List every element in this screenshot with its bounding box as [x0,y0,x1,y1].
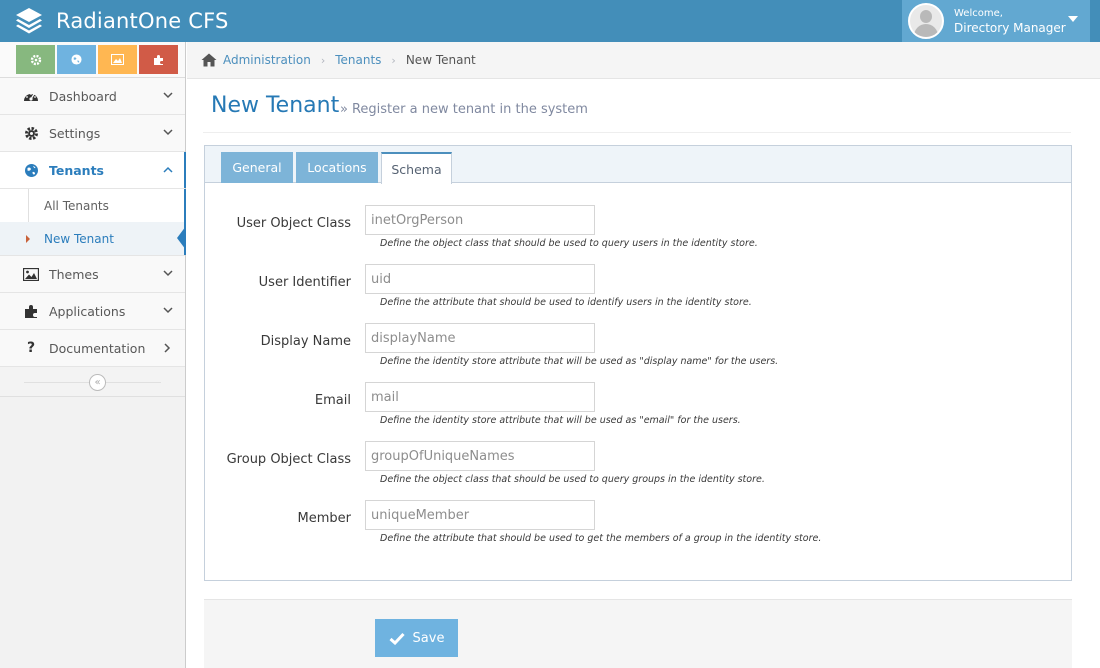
tenant-tabs: General Locations Schema User Object Cla… [204,145,1072,581]
field-help-text: Define the identity store attribute that… [380,356,779,367]
sidebar-item-all-tenants[interactable]: All Tenants [0,189,185,222]
field-label: User Object Class [236,216,351,231]
collapse-sidebar-button[interactable]: « [89,374,106,391]
sidebar-item-themes[interactable]: Themes [0,256,185,293]
save-button[interactable]: Save [375,619,458,657]
member-input[interactable] [365,500,595,530]
chevron-down-icon [163,129,173,136]
tab-general[interactable]: General [221,152,293,183]
user-identifier-input[interactable] [365,264,595,294]
shortcut-buttons [0,42,185,78]
shortcut-themes-button[interactable] [98,45,137,74]
page-title: New Tenant [211,93,340,118]
sidebar-item-label: Applications [49,303,126,319]
user-name: Directory Manager [954,21,1066,35]
avatar [908,3,944,39]
active-pointer [177,226,186,250]
sidebar-item-settings[interactable]: Settings [0,115,185,152]
sidebar-item-label: Settings [49,125,101,141]
user-object-class-input[interactable] [365,205,595,235]
field-help-text: Define the object class that should be u… [380,238,758,249]
field-help-text: Define the attribute that should be used… [380,297,752,308]
home-icon[interactable] [201,53,217,67]
tenants-submenu: All Tenants New Tenant [0,189,186,256]
form-actions: Save [204,599,1072,668]
double-chevron-right-icon: » [340,102,348,117]
shortcut-settings-button[interactable] [16,45,55,74]
page-subtitle: » Register a new tenant in the system [340,102,588,117]
field-label: User Identifier [258,275,351,290]
sidebar-item-tenants[interactable]: Tenants [0,152,186,189]
breadcrumb: Administration › Tenants › New Tenant [187,42,1100,79]
sidebar-item-new-tenant[interactable]: New Tenant [0,222,186,255]
sidebar-item-label: Tenants [49,162,104,178]
shortcut-tenants-button[interactable] [57,45,96,74]
check-icon [389,632,405,645]
chevron-right-icon [164,343,171,353]
sidebar-collapse-row: « [0,367,185,397]
page-subtitle-text: Register a new tenant in the system [351,102,588,117]
chevron-down-icon [163,270,173,277]
tab-schema[interactable]: Schema [381,152,452,184]
gear-icon [30,54,41,65]
sidebar-item-documentation[interactable]: ? Documentation [0,330,185,367]
tab-locations[interactable]: Locations [296,152,378,183]
question-icon: ? [26,340,36,356]
email-input[interactable] [365,382,595,412]
sidebar-item-applications[interactable]: Applications [0,293,185,330]
app-title: RadiantOne CFS [56,9,229,33]
globe-icon [71,54,82,65]
field-label: Member [297,511,351,526]
breadcrumb-administration[interactable]: Administration [223,53,311,67]
field-label: Group Object Class [226,452,351,467]
breadcrumb-tenants[interactable]: Tenants [335,53,381,67]
globe-icon [22,162,40,178]
breadcrumb-current: New Tenant [405,53,476,67]
breadcrumb-separator-icon: › [391,53,396,67]
shortcut-applications-button[interactable] [139,45,178,74]
field-help-text: Define the attribute that should be used… [380,533,822,544]
title-divider [203,132,1071,133]
picture-icon [22,266,40,282]
top-navbar: RadiantOne CFS Welcome, Directory Manage… [0,0,1100,42]
gear-icon [22,125,40,141]
field-help-text: Define the identity store attribute that… [380,415,741,426]
group-object-class-input[interactable] [365,441,595,471]
chevron-down-icon [163,307,173,314]
caret-right-icon [26,235,30,243]
sidebar-item-dashboard[interactable]: Dashboard [0,78,185,115]
dashboard-icon [22,88,40,104]
sidebar-item-label: Themes [49,266,99,282]
brand[interactable]: RadiantOne CFS [14,0,229,42]
chevron-up-icon [163,166,173,173]
sidebar-item-label: New Tenant [44,231,114,246]
chevron-down-icon [1068,16,1078,22]
sidebar-item-label: Documentation [49,340,146,356]
picture-icon [111,54,124,65]
chevron-down-icon [163,92,173,99]
layers-logo-icon [16,8,42,34]
breadcrumb-separator-icon: › [320,53,326,67]
user-menu[interactable]: Welcome, Directory Manager [902,0,1090,42]
field-label: Email [314,393,351,408]
sidebar-item-label: All Tenants [44,198,109,213]
sidebar: Dashboard Settings Tenants All Tenants N… [0,42,186,668]
puzzle-icon [22,303,40,319]
field-help-text: Define the object class that should be u… [380,474,765,485]
tab-strip: General Locations Schema [205,146,1071,184]
puzzle-icon [153,54,163,65]
welcome-text: Welcome, [954,8,1003,19]
field-label: Display Name [260,334,351,349]
save-button-label: Save [412,630,445,646]
display-name-input[interactable] [365,323,595,353]
sidebar-item-label: Dashboard [49,88,117,104]
